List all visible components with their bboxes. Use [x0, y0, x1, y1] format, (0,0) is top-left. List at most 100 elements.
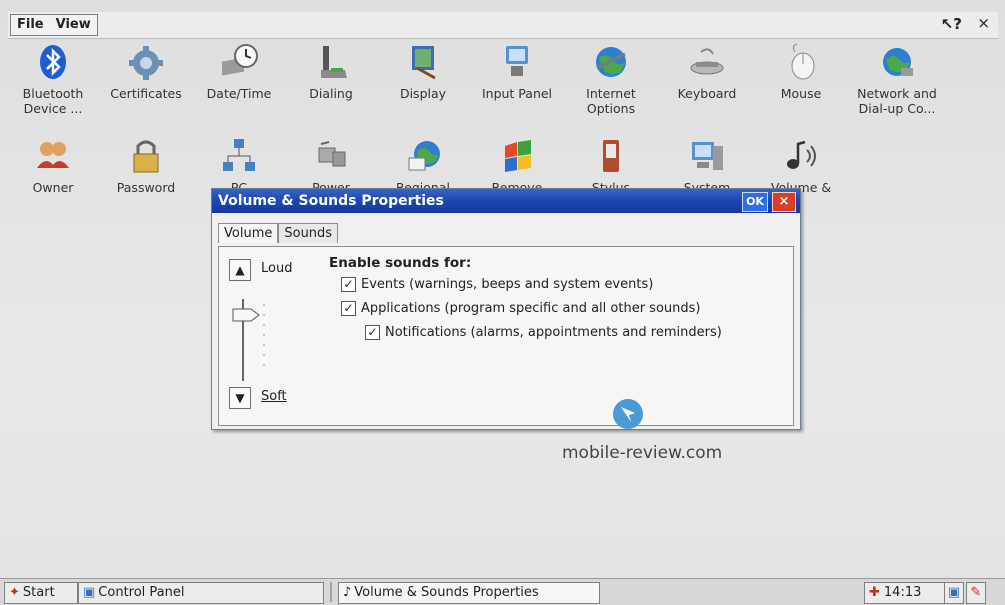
cp-item-label: Mouse — [780, 86, 822, 101]
cp-item-remove-programs[interactable]: Remove — [472, 136, 562, 195]
pc-connection-icon — [219, 136, 259, 176]
tab-volume-label: Volume — [224, 226, 273, 241]
lock-icon — [126, 136, 166, 176]
volume-slider[interactable] — [229, 295, 275, 385]
applications-checkbox[interactable]: ✓ Applications (program specific and all… — [341, 301, 700, 316]
tab-volume[interactable]: Volume — [218, 223, 279, 243]
loud-label: Loud — [261, 261, 292, 276]
cp-item-owner[interactable]: Owner — [8, 136, 98, 195]
enable-sounds-text: Enable sounds for: — [329, 255, 472, 271]
menu-view[interactable]: View — [50, 15, 97, 35]
display-icon — [403, 42, 443, 82]
input-icon: ✎ — [970, 585, 982, 600]
help-label: ? — [953, 15, 962, 33]
system-icon — [687, 136, 727, 176]
menu-bar: File View ↖? × — [8, 12, 998, 39]
taskbar-control-panel[interactable]: ▣ Control Panel — [78, 582, 324, 604]
cp-item-certificates[interactable]: Certificates — [101, 42, 191, 101]
soft-text: Soft — [261, 389, 287, 404]
control-panel-label: Control Panel — [98, 585, 185, 600]
notifications-checkbox[interactable]: ✓ Notifications (alarms, appointments an… — [365, 325, 722, 340]
tab-strip: Volume Sounds — [218, 223, 339, 243]
cp-item-label: Dial-up Co... — [858, 101, 936, 116]
enable-sounds-heading: Enable sounds for: — [329, 255, 471, 271]
volume-up-button[interactable]: ▲ — [229, 259, 251, 281]
power-icon — [311, 136, 351, 176]
cp-item-display[interactable]: Display — [378, 42, 468, 101]
ok-button[interactable]: OK — [742, 192, 768, 212]
notifications-label: Notifications (alarms, appointments and … — [385, 325, 722, 340]
checkmark-icon: ✓ — [341, 301, 356, 316]
cp-item-label: Bluetooth — [22, 86, 84, 101]
certificates-icon — [126, 42, 166, 82]
tray-clock[interactable]: ✚ 14:13 — [864, 582, 946, 604]
loud-text: Loud — [261, 261, 293, 276]
applications-label: Applications (program specific and all o… — [361, 301, 701, 316]
music-note-icon — [781, 136, 821, 176]
cp-item-date-time[interactable]: Date/Time — [194, 42, 284, 101]
close-label: × — [977, 14, 990, 32]
volume-down-button[interactable]: ▼ — [229, 387, 251, 409]
mouse-icon — [781, 42, 821, 82]
network-globe-icon — [877, 42, 917, 82]
taskbar: ✦ Start ▣ Control Panel ♪ Volume & Sound… — [0, 578, 1005, 605]
soft-label: Soft — [261, 389, 287, 404]
music-note-icon: ♪ — [343, 585, 352, 600]
regional-globe-icon — [403, 136, 443, 176]
cp-item-label: Date/Time — [206, 86, 272, 101]
cp-item-dialing[interactable]: Dialing — [286, 42, 376, 101]
cp-item-power[interactable]: Power — [286, 136, 376, 195]
volume-panel: ▲ Loud ▼ Soft Enable sounds for: ✓ Event… — [218, 246, 794, 463]
cp-item-keyboard[interactable]: Keyboard — [662, 42, 752, 101]
pointer-icon: ↖ — [940, 15, 954, 33]
start-flag-icon: ✦ — [9, 585, 20, 600]
dialog-titlebar[interactable]: Volume & Sounds Properties OK × — [212, 189, 800, 213]
cp-item-stylus[interactable]: Stylus — [566, 136, 656, 195]
cp-item-bluetooth[interactable]: Bluetooth Device ... — [8, 42, 98, 116]
cp-item-regional[interactable]: Regional — [378, 136, 468, 195]
cp-item-mouse[interactable]: Mouse — [756, 42, 846, 101]
menu-view-label: View — [55, 17, 91, 32]
menu-file[interactable]: File — [11, 15, 50, 35]
cp-item-label: Options — [586, 101, 636, 116]
cp-item-input-panel[interactable]: Input Panel — [472, 42, 562, 101]
triangle-up-icon: ▲ — [235, 263, 245, 277]
tray-keyboard-icon[interactable]: ✎ — [966, 582, 986, 604]
menu-file-label: File — [17, 17, 44, 32]
bluetooth-icon — [33, 42, 73, 82]
network-tray-icon: ✚ — [869, 585, 880, 600]
watermark-label: mobile-review.com — [562, 443, 723, 463]
desktop-screen: File View ↖? × Bluetooth Device ... Cert… — [0, 0, 1005, 605]
clock-label: 14:13 — [883, 585, 922, 600]
menu-group: File View — [10, 14, 98, 36]
cp-item-internet-options[interactable]: Internet Options — [566, 42, 656, 116]
phone-icon — [311, 42, 351, 82]
active-window-label: Volume & Sounds Properties — [354, 585, 539, 600]
start-label: Start — [22, 585, 55, 600]
slider-thumb[interactable] — [232, 308, 260, 322]
control-panel-icon: ▣ — [83, 585, 96, 600]
dialog-close-button[interactable]: × — [772, 192, 796, 212]
dialog-title: Volume & Sounds Properties — [218, 193, 444, 209]
cp-item-label: Device ... — [23, 101, 83, 116]
cp-item-network[interactable]: Network and Dial-up Co... — [852, 42, 942, 116]
cp-item-label: Input Panel — [481, 86, 553, 101]
checkmark-icon: ✓ — [341, 277, 356, 292]
cp-item-pc-connection[interactable]: PC — [194, 136, 284, 195]
close-window-button[interactable]: × — [977, 14, 990, 32]
tray-desktop-icon[interactable]: ▣ — [944, 582, 964, 604]
events-checkbox[interactable]: ✓ Events (warnings, beeps and system eve… — [341, 277, 653, 292]
dialog-close-label: × — [778, 194, 790, 209]
cp-item-system[interactable]: System — [662, 136, 752, 195]
volume-sounds-dialog: Volume & Sounds Properties OK × Volume S… — [211, 188, 801, 463]
cp-item-label: Password — [116, 180, 176, 195]
help-button[interactable]: ↖? — [941, 15, 962, 33]
cp-item-password[interactable]: Password — [101, 136, 191, 195]
tab-sounds[interactable]: Sounds — [278, 223, 339, 243]
taskbar-volume-sounds[interactable]: ♪ Volume & Sounds Properties — [338, 582, 600, 604]
cp-item-volume-sounds[interactable]: Volume & — [756, 136, 846, 195]
events-label: Events (warnings, beeps and system event… — [361, 277, 654, 292]
start-button[interactable]: ✦ Start — [4, 582, 78, 604]
stylus-icon — [591, 136, 631, 176]
taskbar-separator — [330, 582, 332, 602]
